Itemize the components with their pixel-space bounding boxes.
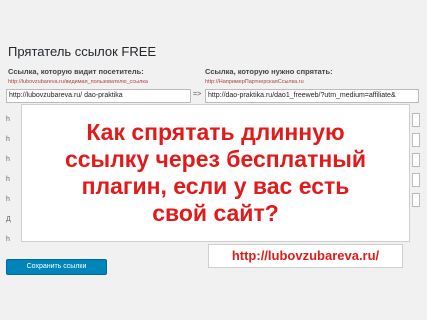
visible-link-example: http://lubovzubareva.ru/видимая_пользова… (8, 79, 148, 85)
link-row-fragment: h (6, 176, 10, 183)
link-row-fragment: h (6, 236, 10, 243)
visible-link-input[interactable]: http://lubovzubareva.ru/ dao-praktika (6, 89, 191, 103)
link-row-fragment: Д (6, 216, 11, 223)
page-title: Прятатель ссылок FREE (8, 44, 157, 59)
headline-line: свой сайт? (152, 200, 279, 226)
video-frame: Прятатель ссылок FREE Ссылка, которую ви… (0, 0, 427, 320)
link-row-fragment: h (6, 116, 10, 123)
link-row-fragment: h (6, 136, 10, 143)
link-input-fragment[interactable] (412, 133, 420, 147)
hidden-link-example: http://НапримерПартнерскаяСсылка.ru (205, 79, 304, 85)
headline-line: Как спрятать длинную (86, 119, 345, 145)
headline-line: ссылку через бесплатный (64, 146, 367, 172)
link-input-fragment[interactable] (412, 113, 420, 127)
site-url-caption: http://lubovzubareva.ru/ (208, 244, 403, 268)
link-row-fragment: h (6, 196, 10, 203)
link-input-fragment[interactable] (412, 173, 420, 187)
headline-overlay: Как спрятать длинную ссылку через беспла… (21, 104, 410, 242)
link-row-fragment: h (6, 156, 10, 163)
hidden-link-label: Ссылка, которую нужно спрятать: (205, 67, 333, 76)
save-links-button[interactable]: Сохранить ссылки (6, 259, 107, 275)
headline-line: плагин, если у вас есть (81, 173, 350, 199)
hidden-link-input[interactable]: http://dao-praktika.ru/dao1_freeweb/?utm… (205, 89, 419, 103)
arrow-icon: => (193, 91, 202, 98)
visible-link-label: Ссылка, которую видит посетитель: (8, 67, 144, 76)
link-input-fragment[interactable] (412, 153, 420, 167)
link-input-fragment[interactable] (412, 193, 420, 207)
